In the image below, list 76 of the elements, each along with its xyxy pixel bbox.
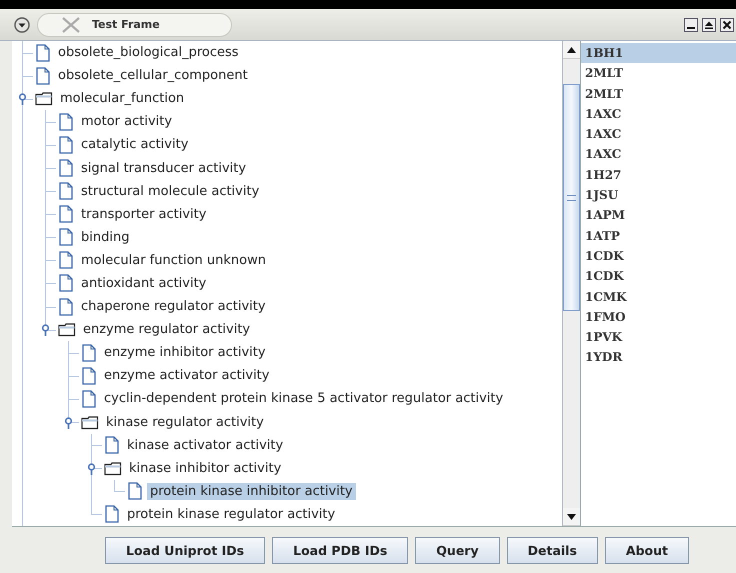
document-icon <box>81 390 97 408</box>
tree-item[interactable]: obsolete_biological_process <box>55 44 242 62</box>
folder-icon <box>104 460 122 476</box>
list-item[interactable]: 1AXC <box>581 104 736 124</box>
cross-icon <box>60 16 82 34</box>
scroll-up-icon[interactable] <box>567 46 576 52</box>
tree-item[interactable]: protein kinase inhibitor activity <box>147 482 356 500</box>
collapse-handle-icon[interactable] <box>41 324 50 336</box>
close-icon[interactable] <box>720 18 734 32</box>
tree-item[interactable]: protein kinase regulator activity <box>124 506 338 523</box>
tree-item[interactable]: catalytic activity <box>78 136 192 154</box>
folder-icon <box>81 414 99 430</box>
window-title: Test Frame <box>37 12 232 36</box>
document-icon <box>104 436 120 454</box>
tree-item[interactable]: binding <box>78 228 132 246</box>
tree-item[interactable]: signal transducer activity <box>78 160 250 177</box>
maximize-icon[interactable] <box>702 18 716 32</box>
document-icon <box>104 505 120 524</box>
document-icon <box>81 344 97 362</box>
tree-item[interactable]: motor activity <box>78 113 176 130</box>
document-icon <box>35 66 51 85</box>
tree-item[interactable]: obsolete_cellular_component <box>55 67 251 84</box>
action-button[interactable]: Details <box>506 536 598 564</box>
list-item[interactable]: 1BH1 <box>581 43 736 64</box>
scroll-down-icon[interactable] <box>567 514 576 520</box>
tree-item[interactable]: molecular function unknown <box>78 252 269 269</box>
tree-item[interactable]: structural molecule activity <box>78 182 262 200</box>
document-icon <box>35 44 51 62</box>
document-icon <box>58 251 74 270</box>
tree-item[interactable]: enzyme activator activity <box>101 367 272 384</box>
document-icon <box>81 366 97 385</box>
action-button[interactable]: About <box>604 536 689 564</box>
list-item[interactable]: 2MLT <box>581 84 736 104</box>
menu-icon[interactable] <box>14 16 30 32</box>
document-icon <box>58 228 74 246</box>
document-icon <box>58 112 74 131</box>
tree-item[interactable]: kinase regulator activity <box>103 414 267 431</box>
document-icon <box>58 205 74 224</box>
document-icon <box>58 136 74 154</box>
tree-item[interactable]: kinase inhibitor activity <box>126 460 284 477</box>
collapse-handle-icon[interactable] <box>87 462 96 475</box>
list-item[interactable]: 1CDK <box>581 246 736 266</box>
action-button[interactable]: Load Uniprot IDs <box>105 536 266 564</box>
folder-icon <box>35 91 53 106</box>
list-item[interactable]: 1APM <box>581 205 736 226</box>
document-icon <box>58 159 74 178</box>
action-button[interactable]: Query <box>415 536 500 564</box>
collapse-handle-icon[interactable] <box>64 416 73 428</box>
list-item[interactable]: 1AXC <box>581 124 736 144</box>
list-item[interactable]: 2MLT <box>581 63 736 84</box>
document-icon <box>58 298 74 316</box>
list-item[interactable]: 1AXC <box>581 144 736 165</box>
tree-item[interactable]: antioxidant activity <box>78 274 210 292</box>
list-item[interactable]: 1JSU <box>581 185 736 206</box>
action-button[interactable]: Load PDB IDs <box>272 536 408 564</box>
tree-item[interactable]: enzyme inhibitor activity <box>101 344 269 362</box>
collapse-handle-icon[interactable] <box>18 93 27 106</box>
list-item[interactable]: 1YDR <box>581 347 736 368</box>
tree-item[interactable]: kinase activator activity <box>124 436 286 454</box>
document-icon <box>58 274 74 292</box>
tree-item[interactable]: chaperone regulator activity <box>78 298 269 316</box>
tree-item[interactable]: transporter activity <box>78 206 210 223</box>
list-item[interactable]: 1H27 <box>581 164 736 186</box>
folder-icon <box>58 322 76 338</box>
list-item[interactable]: 1CDK <box>581 266 736 287</box>
scrollbar[interactable] <box>562 41 580 526</box>
list-item[interactable]: 1ATP <box>581 226 736 246</box>
list-item[interactable]: 1CMK <box>581 286 736 307</box>
document-icon <box>58 182 74 200</box>
tree-item[interactable]: molecular_function <box>57 90 188 108</box>
tree-item[interactable]: enzyme regulator activity <box>80 321 254 338</box>
document-icon <box>127 482 143 500</box>
tree-item[interactable]: cyclin-dependent protein kinase 5 activator regulator activity <box>101 390 506 408</box>
list-item[interactable]: 1FMO <box>581 306 736 328</box>
list-item[interactable]: 1PVK <box>581 327 736 348</box>
minimize-icon[interactable] <box>684 18 698 32</box>
